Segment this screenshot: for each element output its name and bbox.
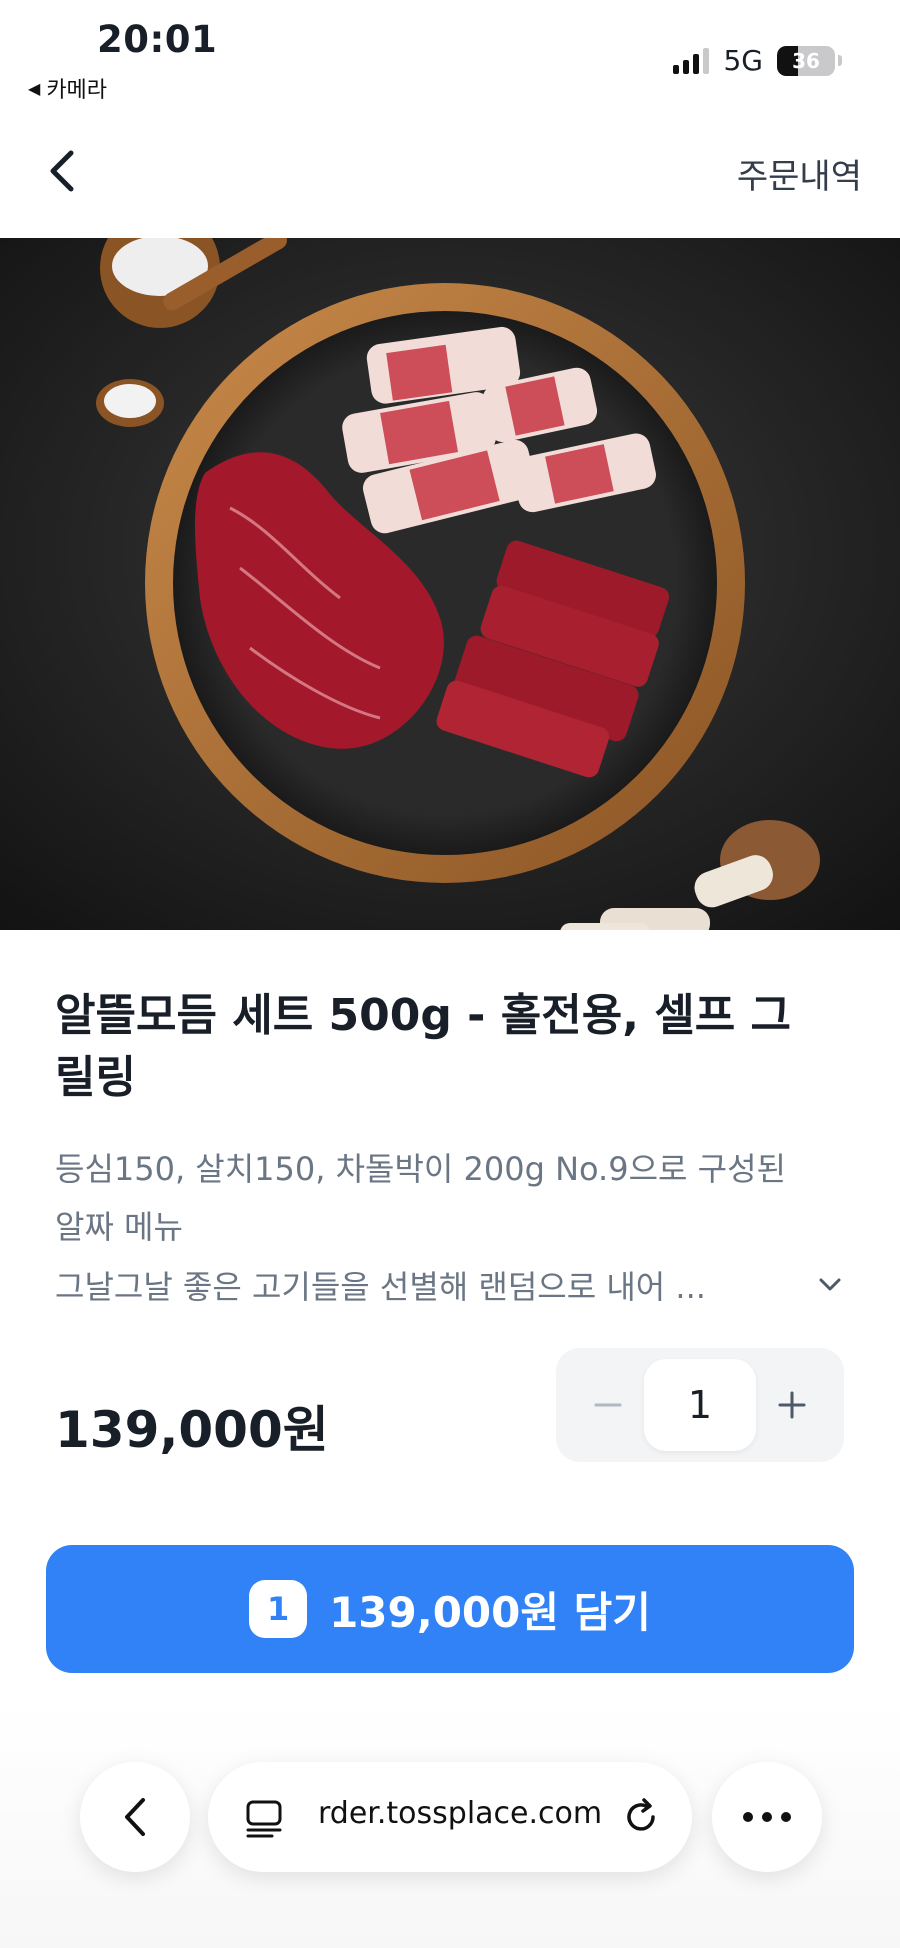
product-image xyxy=(0,238,900,930)
battery-cap xyxy=(838,55,842,66)
browser-more-button[interactable] xyxy=(712,1762,822,1872)
product-photo xyxy=(0,238,900,930)
more-horizontal-icon xyxy=(743,1812,791,1822)
chevron-left-icon xyxy=(125,1798,145,1836)
status-time: 20:01 xyxy=(97,18,218,61)
description-expand[interactable]: 그날그날 좋은 고기들을 선별해 랜덤으로 내어 ... xyxy=(55,1256,845,1314)
decrease-quantity-button[interactable] xyxy=(576,1373,640,1437)
cellular-signal-icon xyxy=(673,47,710,74)
url-text: rder.tossplace.com xyxy=(318,1796,603,1831)
product-description-more: 그날그날 좋은 고기들을 선별해 랜덤으로 내어 ... xyxy=(55,1268,706,1306)
chevron-left-icon xyxy=(50,150,74,192)
back-to-app[interactable]: ◀ 카메라 xyxy=(28,72,107,104)
address-bar[interactable]: rder.tossplace.com xyxy=(208,1762,692,1872)
battery-level: 36 xyxy=(792,48,820,73)
product-description: 등심150, 살치150, 차돌박이 200g No.9으로 구성된 알짜 메뉴 xyxy=(55,1150,786,1246)
add-to-cart-label: 139,000원 담기 xyxy=(329,1587,651,1637)
product-price: 139,000원 xyxy=(55,1401,329,1459)
back-button[interactable] xyxy=(38,145,86,197)
browser-toolbar: rder.tossplace.com xyxy=(0,1700,900,1948)
navbar: 주문내역 xyxy=(0,125,900,217)
status-indicators: 5G 36 xyxy=(673,44,842,77)
battery-icon: 36 xyxy=(777,45,835,76)
network-type: 5G xyxy=(723,44,763,77)
minus-icon xyxy=(594,1403,622,1407)
add-to-cart-button[interactable]: 1 139,000원 담기 xyxy=(46,1545,854,1673)
product-title: 알뜰모듬 세트 500g - 홀전용, 셀프 그릴링 xyxy=(55,990,791,1103)
quantity-stepper: 1 xyxy=(556,1348,844,1462)
browser-back-button[interactable] xyxy=(80,1762,190,1872)
order-history-link[interactable]: 주문내역 xyxy=(737,149,862,198)
chevron-down-icon[interactable] xyxy=(815,1270,845,1300)
cart-count-badge: 1 xyxy=(249,1580,308,1638)
reload-icon[interactable] xyxy=(620,1796,662,1838)
plus-icon xyxy=(778,1391,806,1419)
back-triangle-icon: ◀ xyxy=(28,78,41,98)
quantity-value[interactable]: 1 xyxy=(644,1359,756,1451)
status-bar: 20:01 ◀ 카메라 5G 36 xyxy=(0,0,900,110)
reader-icon[interactable] xyxy=(244,1798,284,1838)
increase-quantity-button[interactable] xyxy=(760,1373,824,1437)
screen: 20:01 ◀ 카메라 5G 36 주문내역 알뜰모듬 세트 500g - 홀전… xyxy=(0,0,900,1948)
back-app-label: 카메라 xyxy=(46,78,108,103)
